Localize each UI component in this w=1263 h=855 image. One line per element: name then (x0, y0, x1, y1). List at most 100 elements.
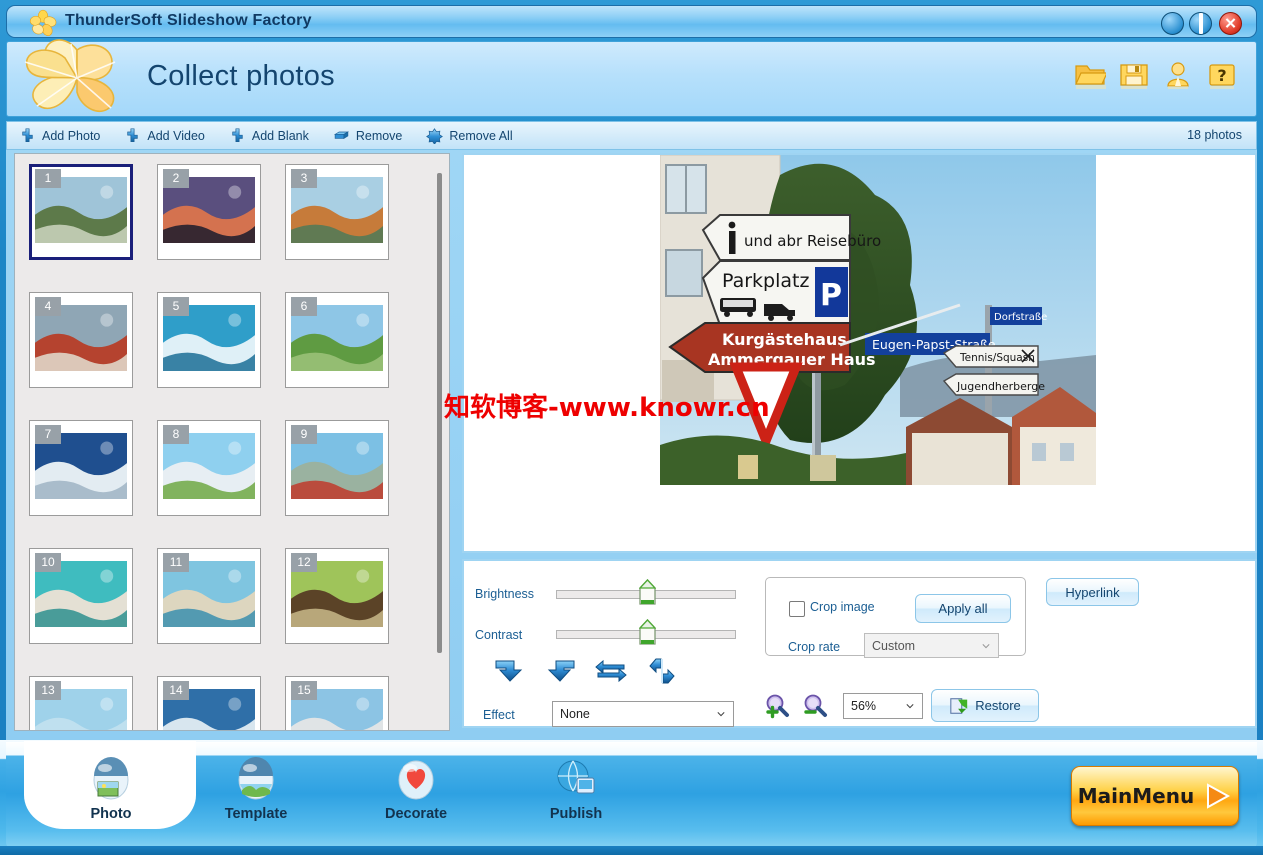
effect-select[interactable]: None (552, 701, 734, 727)
close-button[interactable]: ✕ (1219, 12, 1242, 35)
minimize-button[interactable] (1161, 12, 1184, 35)
thumbnail-number: 10 (35, 553, 61, 572)
rotate-right-icon[interactable] (544, 657, 578, 685)
eraser-icon (333, 130, 349, 139)
svg-text:P: P (820, 278, 842, 313)
svg-text:Jugendherberge: Jugendherberge (956, 380, 1045, 393)
main-menu-button[interactable]: MainMenu (1071, 766, 1239, 826)
thumbnail-item[interactable]: 14 (157, 676, 261, 730)
thumbnail-item[interactable]: 6 (285, 292, 389, 388)
contrast-slider[interactable] (556, 619, 736, 645)
add-video-button[interactable]: Add Video (112, 122, 216, 149)
add-photo-button[interactable]: Add Photo (7, 122, 112, 149)
thumbnail-item[interactable]: 8 (157, 420, 261, 516)
thumbnail-item[interactable]: 11 (157, 548, 261, 644)
thumbnail-item[interactable]: 15 (285, 676, 389, 730)
remove-label: Remove (355, 128, 403, 143)
thumbnail-item[interactable]: 2 (157, 164, 261, 260)
add-photo-label: Add Photo (42, 128, 101, 143)
thumbnail-item[interactable]: 3 (285, 164, 389, 260)
folder-open-icon[interactable] (1074, 60, 1108, 90)
page-title: Collect photos (147, 60, 335, 92)
puzzle-star-icon (426, 127, 444, 144)
chevron-down-icon (717, 712, 725, 717)
contrast-label: Contrast (475, 628, 523, 642)
remove-all-button[interactable]: Remove All (414, 122, 524, 149)
svg-text:Tennis/Squash: Tennis/Squash (959, 352, 1035, 364)
brightness-label: Brightness (475, 587, 535, 601)
nav-tab-publish[interactable]: Publish (501, 756, 651, 842)
maximize-icon (1198, 12, 1203, 34)
flower-logo-large-icon (24, 39, 116, 112)
crop-image-label: Crop image (810, 600, 875, 614)
thumbnail-number: 13 (35, 681, 61, 700)
thumbnail-number: 11 (163, 553, 189, 572)
photo-ball-icon (93, 757, 129, 800)
rotate-left-icon[interactable] (492, 657, 526, 685)
puzzle-plus-icon (127, 127, 139, 142)
remove-button[interactable]: Remove (321, 122, 415, 149)
thumbnail-number: 8 (163, 425, 189, 444)
thumbnail-item[interactable]: 5 (157, 292, 261, 388)
hyperlink-button[interactable]: Hyperlink (1046, 578, 1139, 606)
thumbnail-item[interactable]: 1 (29, 164, 133, 260)
brightness-slider[interactable] (556, 579, 736, 605)
nav-tab-photo-label: Photo (90, 806, 132, 822)
nav-tab-decorate-label: Decorate (384, 806, 448, 822)
thumbnail-item[interactable]: 9 (285, 420, 389, 516)
thumbnail-scrollbar[interactable] (432, 155, 448, 730)
thumbnail-item[interactable]: 13 (29, 676, 133, 730)
main-menu-label: MainMenu (1077, 784, 1195, 808)
user-icon[interactable] (1162, 60, 1194, 90)
thumbnail-item[interactable]: 7 (29, 420, 133, 516)
close-icon: ✕ (1224, 15, 1237, 32)
crop-group: Crop image Crop rate Custom Apply all (765, 577, 1026, 658)
toolbar: Add Photo Add Video Add Blank Remove Rem… (6, 121, 1257, 150)
maximize-button[interactable] (1189, 12, 1212, 35)
nav-tab-template[interactable]: Template (181, 756, 331, 842)
application-window: ThunderSoft Slideshow Factory ✕ Collect … (0, 0, 1263, 855)
nav-tab-decorate[interactable]: Decorate (341, 756, 491, 842)
thumbnail-number: 14 (163, 681, 189, 700)
restore-button[interactable]: Restore (931, 689, 1039, 722)
thumbnail-number: 3 (291, 169, 317, 188)
flip-horizontal-icon[interactable] (594, 657, 628, 685)
brightness-slider-thumb[interactable] (639, 579, 656, 605)
zoom-out-icon[interactable] (802, 693, 828, 719)
crop-rate-label: Crop rate (788, 640, 841, 654)
thumbnail-item[interactable]: 12 (285, 548, 389, 644)
scrollbar-thumb[interactable] (437, 173, 442, 653)
svg-text:?: ? (1217, 66, 1226, 85)
puzzle-plus-icon (22, 127, 33, 142)
flower-logo-icon (29, 9, 57, 36)
contrast-slider-thumb[interactable] (639, 619, 656, 645)
nav-tab-photo[interactable]: Photo (36, 756, 186, 842)
chevron-down-icon (982, 643, 990, 648)
preview-image[interactable]: und abr Reisebüro Parkplatz P Kurgästeha… (660, 155, 1096, 485)
effect-value: None (560, 707, 590, 721)
add-video-label: Add Video (147, 128, 205, 143)
thumbnail-number: 7 (35, 425, 61, 444)
apply-all-button[interactable]: Apply all (915, 594, 1011, 623)
crop-rate-value: Custom (872, 638, 916, 653)
add-blank-button[interactable]: Add Blank (217, 122, 321, 149)
thumbnail-item[interactable]: 4 (29, 292, 133, 388)
template-ball-icon (238, 757, 274, 800)
crop-rate-select[interactable]: Custom (864, 633, 999, 658)
window-title: ThunderSoft Slideshow Factory (65, 12, 312, 29)
save-disk-icon[interactable] (1118, 60, 1150, 90)
remove-all-label: Remove All (449, 128, 513, 143)
crop-image-checkbox[interactable] (789, 601, 805, 617)
zoom-in-icon[interactable] (764, 693, 790, 719)
svg-text:Kurgästehaus: Kurgästehaus (722, 330, 847, 349)
header-icon-bar: ? (1074, 60, 1238, 90)
thumbnail-item[interactable]: 10 (29, 548, 133, 644)
hyperlink-label: Hyperlink (1065, 584, 1120, 600)
photo-count-label: 18 photos (1187, 128, 1242, 142)
flip-vertical-icon[interactable] (645, 657, 679, 685)
effect-label: Effect (483, 708, 515, 722)
globe-ball-icon (557, 760, 595, 794)
zoom-level-select[interactable]: 56% (843, 693, 923, 719)
thumbnail-number: 12 (291, 553, 317, 572)
help-question-icon[interactable]: ? (1206, 60, 1238, 90)
